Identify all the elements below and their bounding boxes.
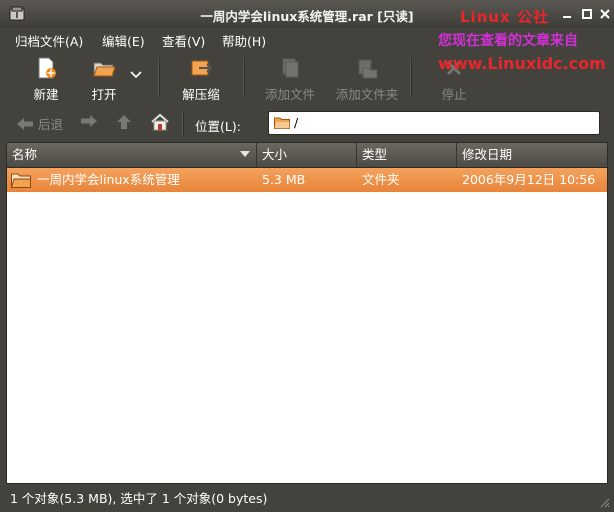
forward-button[interactable] <box>80 114 98 131</box>
file-type-cell: 文件夹 <box>362 172 400 187</box>
new-archive-icon <box>38 57 56 79</box>
archive-manager-window: 一周内学会linux系统管理.rar [只读] 归档文件(A) 编辑(E) 查看… <box>0 0 614 512</box>
add-files-icon <box>282 58 299 78</box>
up-arrow-icon <box>117 115 131 129</box>
new-button[interactable]: 新建 <box>28 54 64 102</box>
watermark-url: www.Linuxidc.com <box>438 54 606 73</box>
locationbar-separator <box>182 112 184 136</box>
column-header-type[interactable]: 类型 <box>357 143 457 167</box>
column-header-name[interactable]: 名称 <box>7 143 257 167</box>
location-label: 位置(L): <box>195 119 241 134</box>
forward-arrow-icon <box>81 115 97 127</box>
add-files-button-label: 添加文件 <box>264 87 315 102</box>
status-text: 1 个对象(5.3 MB), 选中了 1 个对象(0 bytes) <box>10 491 268 506</box>
file-modified-cell: 2006年9月12日 10:56 <box>462 172 596 187</box>
location-bar: 后退 位置(L): / <box>0 106 614 140</box>
add-folder-icon <box>358 59 378 79</box>
extract-button-label: 解压缩 <box>182 87 220 102</box>
stop-button-label: 停止 <box>441 87 467 102</box>
chevron-down-icon <box>130 71 142 79</box>
table-row[interactable]: 一周内学会linux系统管理 5.3 MB 文件夹 2006年9月12日 10:… <box>7 168 607 192</box>
folder-icon <box>274 117 290 129</box>
new-button-label: 新建 <box>33 87 59 102</box>
minimize-button[interactable] <box>560 7 574 21</box>
add-folder-button-label: 添加文件夹 <box>335 87 399 102</box>
folder-icon <box>11 173 31 188</box>
column-header-type-label: 类型 <box>362 147 388 162</box>
location-field[interactable]: / <box>268 111 600 135</box>
up-button[interactable] <box>116 114 132 133</box>
sort-descending-icon <box>240 151 250 157</box>
minimize-icon <box>563 16 571 18</box>
home-button[interactable] <box>150 112 170 135</box>
extract-icon <box>191 60 213 76</box>
back-button-label: 后退 <box>37 117 63 132</box>
add-folder-button[interactable]: 添加文件夹 <box>332 54 402 102</box>
maximize-icon <box>582 9 592 19</box>
column-header-modified[interactable]: 修改日期 <box>457 143 607 167</box>
toolbar-separator <box>158 58 160 98</box>
open-dropdown-button[interactable] <box>128 68 144 84</box>
close-button[interactable] <box>598 7 612 21</box>
file-size-cell: 5.3 MB <box>262 172 306 187</box>
menu-archive[interactable]: 归档文件(A) <box>15 31 83 50</box>
status-bar: 1 个对象(5.3 MB), 选中了 1 个对象(0 bytes) <box>0 484 614 512</box>
column-header-size-label: 大小 <box>262 147 288 162</box>
list-header: 名称 大小 类型 修改日期 <box>7 143 607 168</box>
watermark-notice: 您现在查看的文章来自 <box>438 33 578 49</box>
close-icon <box>600 9 610 19</box>
open-folder-icon <box>93 62 116 77</box>
location-path: / <box>294 115 299 130</box>
back-arrow-icon <box>17 118 33 130</box>
column-header-size[interactable]: 大小 <box>257 143 357 167</box>
extract-button[interactable]: 解压缩 <box>178 54 224 102</box>
file-name-cell: 一周内学会linux系统管理 <box>37 172 180 187</box>
watermark-site-name: Linux 公社 <box>460 8 549 26</box>
home-icon <box>151 113 169 131</box>
menu-help[interactable]: 帮助(H) <box>222 31 266 50</box>
back-button[interactable]: 后退 <box>16 114 63 133</box>
toolbar-separator <box>410 58 412 98</box>
open-button[interactable]: 打开 <box>86 54 122 102</box>
column-header-name-label: 名称 <box>12 147 38 162</box>
open-button-label: 打开 <box>91 87 117 102</box>
toolbar-separator <box>243 58 245 98</box>
menu-edit[interactable]: 编辑(E) <box>102 31 145 50</box>
menu-view[interactable]: 查看(V) <box>162 31 205 50</box>
maximize-button[interactable] <box>580 7 594 21</box>
column-header-modified-label: 修改日期 <box>462 147 513 162</box>
file-list[interactable]: 名称 大小 类型 修改日期 一周内学会linux系统管理 5.3 MB 文件夹 … <box>6 142 608 484</box>
resize-grip-icon[interactable] <box>598 496 610 508</box>
add-files-button[interactable]: 添加文件 <box>262 54 318 102</box>
